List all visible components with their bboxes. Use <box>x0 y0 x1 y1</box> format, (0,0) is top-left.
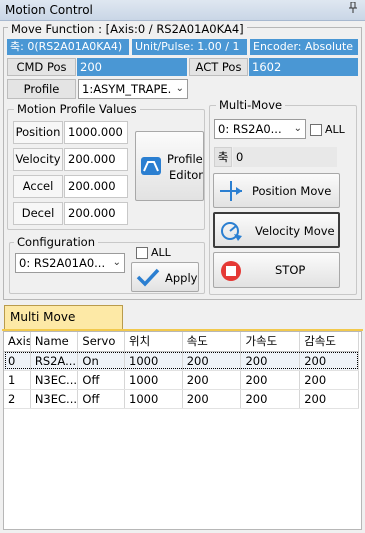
multi-move-axis-label: 축 <box>214 147 232 167</box>
cell-decel[interactable]: 200 <box>299 351 359 371</box>
apply-button[interactable]: Apply <box>131 262 199 292</box>
profile-editor-icon <box>140 156 162 179</box>
multi-move-title: Multi-Move <box>216 98 286 112</box>
cell-accel[interactable]: 200 <box>240 351 301 371</box>
configuration-all-label: ALL <box>151 246 171 259</box>
cell-servo: Off <box>77 389 125 409</box>
tab-multi-move-control[interactable]: Multi Move Control <box>4 305 123 346</box>
velocity-move-label: Velocity Move <box>255 224 335 238</box>
multi-move-axis-value: 0: RS2A0... <box>218 122 282 136</box>
act-pos-label: ACT Pos <box>189 58 248 76</box>
multi-move-grid: Axis Name Servo 위치 속도 가속도 감속도 0 RS2A... … <box>3 331 362 530</box>
position-move-label: Position Move <box>252 184 332 198</box>
cell-velocity[interactable]: 200 <box>182 370 242 390</box>
act-pos-value: 1602 <box>249 58 358 76</box>
pin-icon[interactable] <box>348 1 358 17</box>
table-row[interactable]: 0 RS2A... On 1000 200 200 200 <box>4 351 359 371</box>
chevron-down-icon: ⌄ <box>112 257 121 268</box>
col-header-accel[interactable]: 가속도 <box>240 332 301 352</box>
multi-move-all-label: ALL <box>325 123 345 136</box>
decel-label: Decel <box>13 202 63 225</box>
cell-servo: Off <box>77 370 125 390</box>
title-bar: Motion Control <box>0 0 365 21</box>
cell-accel[interactable]: 200 <box>240 370 301 390</box>
stop-icon <box>220 260 242 285</box>
cell-decel[interactable]: 200 <box>299 370 359 390</box>
checkmark-icon <box>136 267 160 290</box>
stop-label: STOP <box>275 263 306 277</box>
velocity-move-button[interactable]: Velocity Move <box>213 212 340 248</box>
cmd-pos-value: 200 <box>77 58 187 76</box>
position-move-button[interactable]: Position Move <box>213 173 340 208</box>
profile-label: Profile <box>7 79 76 99</box>
cell-accel[interactable]: 200 <box>240 389 301 409</box>
accel-input[interactable]: 200.000 <box>64 175 128 198</box>
grid-header-row: Axis Name Servo 위치 속도 가속도 감속도 <box>4 332 359 352</box>
window-title: Motion Control <box>5 3 93 17</box>
cell-name: N3EC... <box>30 370 79 390</box>
configuration-select[interactable]: 0: RS2A01A0... ⌄ <box>15 253 125 273</box>
decel-input[interactable]: 200.000 <box>64 202 128 225</box>
cell-axis: 1 <box>4 370 31 390</box>
profile-editor-label-1: Profile <box>167 152 203 166</box>
axis-info-bar: 축: 0(RS2A01A0KA4) <box>7 39 129 55</box>
cell-position[interactable]: 1000 <box>124 389 183 409</box>
apply-label: Apply <box>165 271 198 285</box>
cell-axis: 2 <box>4 389 31 409</box>
configuration-select-value: 0: RS2A01A0... <box>19 256 106 270</box>
chevron-down-icon: ⌄ <box>293 123 302 134</box>
cell-position[interactable]: 1000 <box>124 370 183 390</box>
motion-profile-title: Motion Profile Values <box>14 102 140 116</box>
multi-move-axis-value-field[interactable]: 0 <box>233 147 337 167</box>
cell-axis: 0 <box>4 351 31 371</box>
chevron-down-icon: ⌄ <box>175 83 184 94</box>
velocity-move-icon <box>220 220 242 245</box>
encoder-bar: Encoder: Absolute <box>250 39 358 55</box>
col-header-velocity[interactable]: 속도 <box>182 332 242 352</box>
cell-servo: On <box>77 351 125 371</box>
col-header-decel[interactable]: 감속도 <box>299 332 359 352</box>
velocity-input[interactable]: 200.000 <box>64 148 128 171</box>
unit-pulse-bar: Unit/Pulse: 1.00 / 1 <box>132 39 247 55</box>
cell-position[interactable]: 1000 <box>124 351 183 371</box>
multi-move-axis-select[interactable]: 0: RS2A0... ⌄ <box>214 119 306 139</box>
position-label: Position <box>13 121 63 144</box>
configuration-all-checkbox[interactable] <box>136 247 148 259</box>
col-header-axis[interactable]: Axis <box>4 332 31 352</box>
accel-label: Accel <box>13 175 63 198</box>
profile-select-value: 1:ASYM_TRAPE. <box>82 82 172 96</box>
col-header-name[interactable]: Name <box>30 332 79 352</box>
configuration-title: Configuration <box>14 235 98 249</box>
cell-velocity[interactable]: 200 <box>182 351 242 371</box>
table-row[interactable]: 2 N3EC... Off 1000 200 200 200 <box>4 389 359 409</box>
col-header-servo[interactable]: Servo <box>77 332 125 352</box>
stop-button[interactable]: STOP <box>213 252 340 288</box>
cell-decel[interactable]: 200 <box>299 389 359 409</box>
cmd-pos-label: CMD Pos <box>7 58 76 76</box>
cell-name: N3EC... <box>30 389 79 409</box>
col-header-position[interactable]: 위치 <box>124 332 183 352</box>
table-row[interactable]: 1 N3EC... Off 1000 200 200 200 <box>4 370 359 390</box>
move-function-title: Move Function : [Axis:0 / RS2A01A0KA4] <box>8 22 247 36</box>
cell-name: RS2A... <box>30 351 79 371</box>
profile-select[interactable]: 1:ASYM_TRAPE. ⌄ <box>78 79 188 99</box>
position-move-icon <box>220 181 242 204</box>
velocity-label: Velocity <box>13 148 63 171</box>
profile-editor-button[interactable]: Profile Editor <box>135 131 204 201</box>
profile-editor-label-2: Editor <box>169 168 204 182</box>
position-input[interactable]: 1000.000 <box>64 121 128 144</box>
multi-move-all-checkbox[interactable] <box>310 124 322 136</box>
cell-velocity[interactable]: 200 <box>182 389 242 409</box>
